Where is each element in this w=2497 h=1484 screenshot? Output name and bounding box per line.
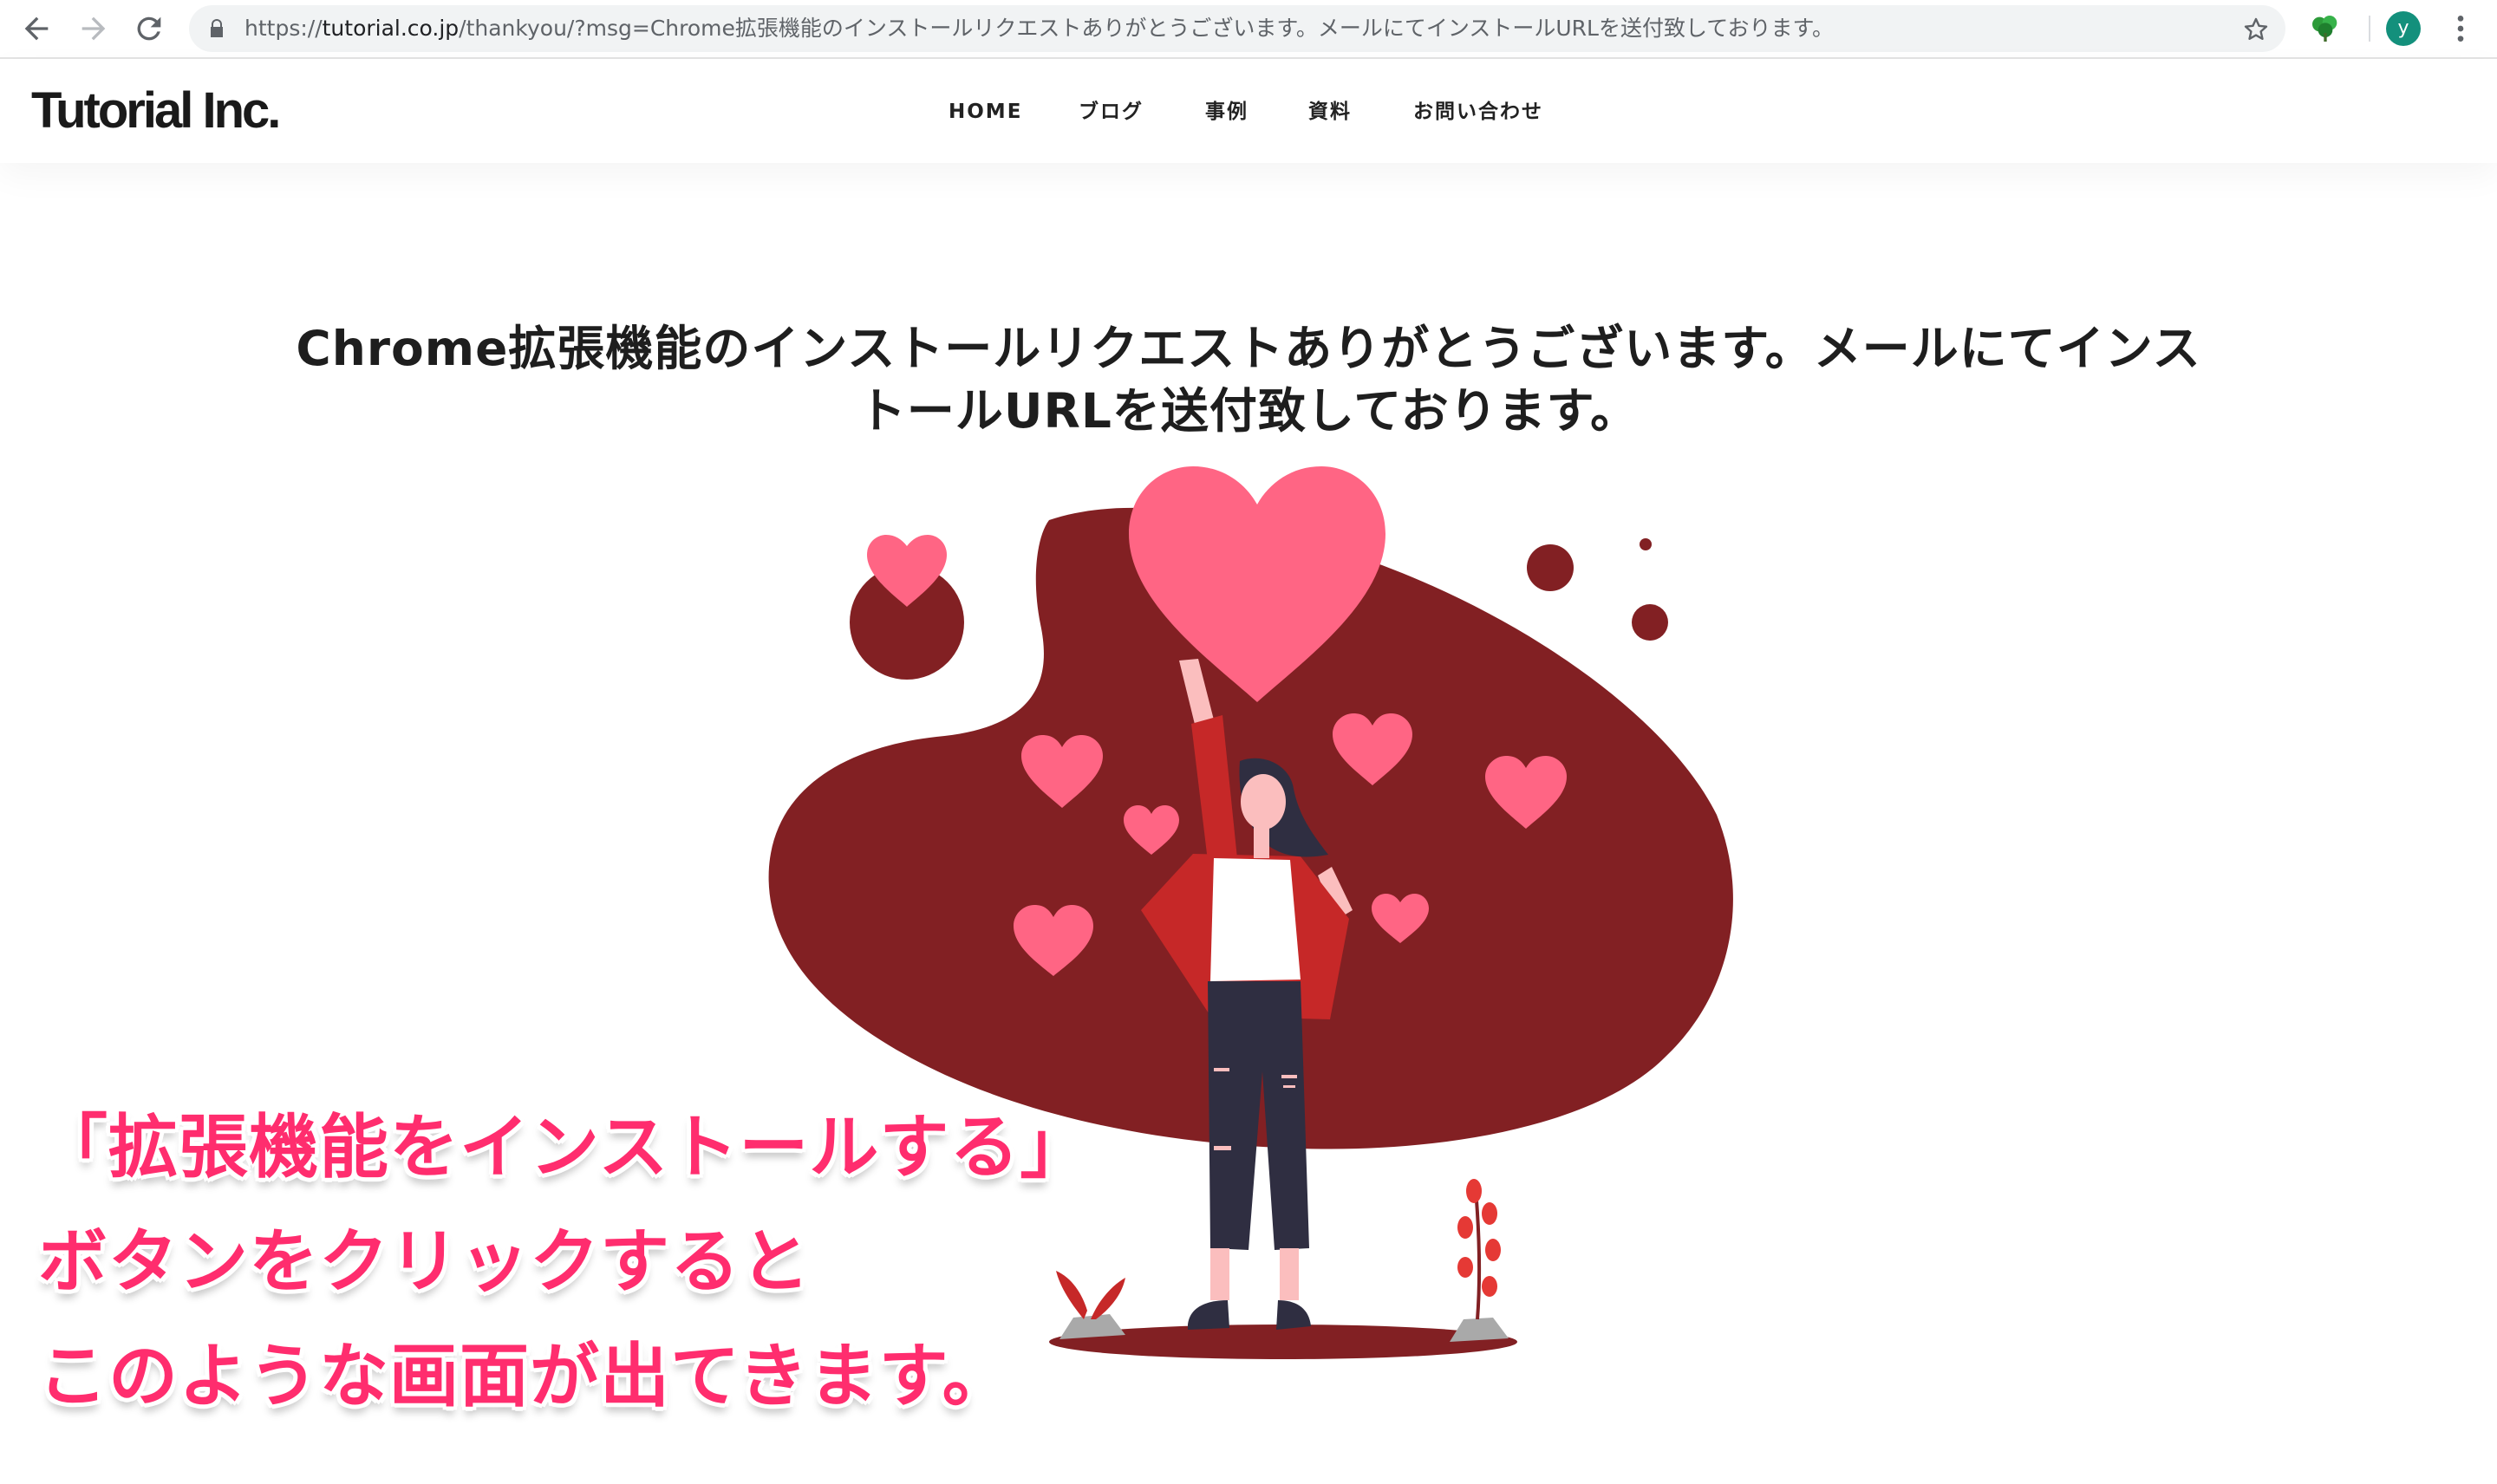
thank-you-message: Chrome拡張機能のインストールリクエストありがとうございます。メールにてイン… [286, 317, 2211, 442]
url-scheme: https:// [244, 16, 323, 41]
nav-item-home[interactable]: HOME [949, 99, 1022, 125]
toolbar-divider [2369, 16, 2370, 42]
extension-icon[interactable] [2308, 11, 2343, 46]
message-line-1: Chrome拡張機能のインストールリクエストありがとうございます。メールにてイン… [296, 321, 2201, 376]
site-header: Tutorial Inc. HOME ブログ 事例 資料 お問い合わせ [0, 59, 2497, 163]
main-nav: HOME ブログ 事例 資料 お問い合わせ [0, 59, 2497, 163]
url-text[interactable]: https://tutorial.co.jp/thankyou/?msg=Chr… [244, 5, 2178, 52]
annotation-line-1: 「拡張機能をインストールする」 [38, 1107, 1091, 1188]
address-bar[interactable]: https://tutorial.co.jp/thankyou/?msg=Chr… [189, 5, 2285, 52]
menu-icon[interactable] [2443, 11, 2478, 46]
profile-avatar[interactable]: y [2386, 11, 2421, 46]
decor-circle [1640, 538, 1652, 550]
browser-toolbar: https://tutorial.co.jp/thankyou/?msg=Chr… [0, 0, 2497, 59]
decor-circle [1527, 544, 1574, 591]
plant-right [1457, 1179, 1501, 1320]
star-icon[interactable] [2242, 16, 2270, 43]
decor-circle [1632, 604, 1668, 641]
nav-item-materials[interactable]: 資料 [1308, 99, 1352, 125]
back-icon[interactable] [19, 11, 54, 46]
annotation-line-2: ボタンをクリックすると [38, 1221, 811, 1302]
url-path: /thankyou/?msg=Chrome拡張機能のインストールリクエストありが… [459, 16, 1834, 41]
nav-item-contact[interactable]: お問い合わせ [1413, 99, 1543, 125]
lock-icon [211, 19, 223, 37]
rock [1450, 1318, 1509, 1342]
annotation-caption: 「拡張機能をインストールする」 ボタンをクリックすると このような画面が出てきま… [38, 1090, 1252, 1434]
forward-icon[interactable] [76, 11, 111, 46]
nav-item-blog[interactable]: ブログ [1079, 99, 1144, 125]
annotation-line-3: このような画面が出てきます。 [38, 1336, 1013, 1416]
nav-item-cases[interactable]: 事例 [1205, 99, 1248, 125]
url-host: tutorial.co.jp [322, 16, 460, 41]
message-line-2: トールURLを送付致しております。 [857, 383, 1640, 439]
reload-icon[interactable] [132, 11, 166, 46]
